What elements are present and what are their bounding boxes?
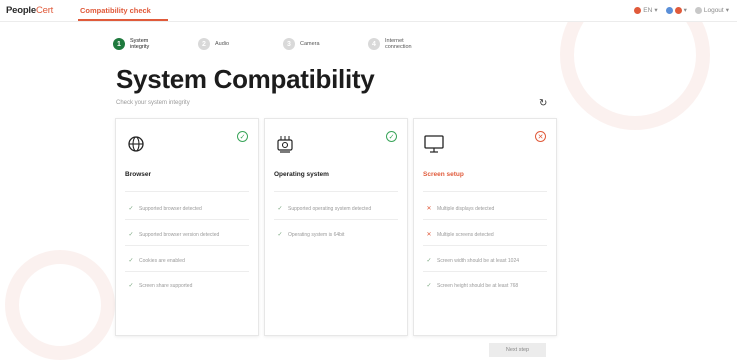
step-number-badge: 1 — [113, 38, 125, 50]
step-number-badge: 3 — [283, 38, 295, 50]
step-system-integrity[interactable]: 1 System integrity — [113, 34, 198, 54]
logout-button[interactable]: Logout ▾ — [694, 6, 729, 14]
divider — [423, 191, 547, 192]
language-selector[interactable]: EN ▾ — [634, 6, 658, 14]
help-icon — [665, 6, 673, 14]
globe-icon — [128, 136, 144, 152]
check-icon: ✓ — [128, 283, 134, 289]
divider — [125, 271, 249, 272]
watermark-circle — [5, 250, 115, 360]
logo-text-main: People — [6, 5, 36, 16]
monitor-icon — [424, 135, 444, 153]
check-icon: ✓ — [277, 232, 283, 238]
divider — [125, 245, 249, 246]
status-error-icon: ✕ — [535, 131, 546, 142]
help-button[interactable]: ▾ — [665, 6, 687, 14]
check-item-text: Screen height should be at least 768 — [437, 282, 519, 289]
divider — [274, 219, 398, 220]
check-item-text: Multiple displays detected — [437, 205, 495, 212]
check-item: ✓ Cookies are enabled — [128, 257, 250, 265]
chevron-down-icon: ▾ — [725, 7, 729, 14]
check-item-text: Supported browser detected — [139, 205, 202, 212]
active-tab-indicator — [78, 19, 168, 21]
check-item-text: Screen share supported — [139, 282, 193, 289]
language-label: EN — [643, 6, 653, 14]
top-right-menu: EN ▾ ▾ Logout ▾ — [634, 6, 729, 14]
check-icon: ✓ — [128, 232, 134, 238]
check-item: ✓ Supported operating system detected — [277, 205, 399, 213]
check-item-text: Cookies are enabled — [139, 257, 185, 264]
logout-label: Logout — [703, 6, 724, 14]
error-icon: ✕ — [426, 232, 432, 238]
check-item: ✓ Screen height should be at least 768 — [426, 282, 548, 290]
flag-icon — [634, 6, 642, 14]
step-audio[interactable]: 2 Audio — [198, 34, 283, 54]
check-item: ✕ Multiple displays detected — [426, 205, 548, 213]
check-item: ✕ Multiple screens detected — [426, 231, 548, 239]
check-item: ✓ Supported browser version detected — [128, 231, 250, 239]
page-subtitle: Check your system integrity — [116, 100, 190, 106]
card-screen-setup: ✕ Screen setup ✕ Multiple displays detect… — [413, 118, 557, 336]
check-icon: ✓ — [426, 283, 432, 289]
card-title: Operating system — [274, 171, 329, 178]
step-camera[interactable]: 3 Camera — [283, 34, 368, 54]
tab-compatibility-check[interactable]: Compatibility check — [80, 6, 151, 15]
check-item: ✓ Screen width should be at least 1024 — [426, 257, 548, 265]
card-title: Browser — [125, 171, 152, 178]
check-item: ✓ Screen share supported — [128, 282, 250, 290]
check-item-text: Supported browser version detected — [139, 231, 220, 238]
user-icon — [694, 6, 702, 14]
card-operating-system: ✓ Operating system ✓ Supported operating … — [264, 118, 408, 336]
check-item: ✓ Operating system is 64bit — [277, 231, 399, 239]
chevron-down-icon: ▾ — [683, 7, 687, 14]
app-logo[interactable]: PeopleCert — [6, 5, 53, 16]
next-step-button[interactable]: Next step — [489, 343, 546, 357]
check-icon: ✓ — [277, 206, 283, 212]
divider — [423, 245, 547, 246]
check-item: ✓ Supported browser detected — [128, 205, 250, 213]
step-number-badge: 2 — [198, 38, 210, 50]
check-item-text: Multiple screens detected — [437, 231, 494, 238]
divider — [125, 191, 249, 192]
os-icon — [277, 136, 293, 153]
check-item-text: Screen width should be at least 1024 — [437, 257, 519, 264]
page-title: System Compatibility — [116, 64, 375, 94]
notification-icon — [674, 6, 682, 14]
step-label: Internet connection — [385, 37, 412, 51]
check-icon: ✓ — [128, 258, 134, 264]
step-label: System integrity — [130, 37, 150, 51]
chevron-down-icon: ▾ — [654, 7, 658, 14]
check-item-text: Operating system is 64bit — [288, 231, 345, 238]
card-title: Screen setup — [423, 171, 464, 178]
check-icon: ✓ — [128, 206, 134, 212]
step-internet-connection[interactable]: 4 Internet connection — [368, 34, 453, 54]
error-icon: ✕ — [426, 206, 432, 212]
refresh-icon[interactable]: ↻ — [539, 98, 547, 109]
step-label: Audio — [215, 40, 230, 47]
progress-stepper: 1 System integrity 2 Audio 3 Camera 4 In… — [113, 34, 453, 54]
top-navigation-bar: PeopleCert Compatibility check EN ▾ ▾ Lo… — [0, 0, 737, 22]
status-ok-icon: ✓ — [237, 131, 248, 142]
step-label: Camera — [300, 40, 320, 47]
step-number-badge: 4 — [368, 38, 380, 50]
divider — [125, 219, 249, 220]
divider — [423, 271, 547, 272]
divider — [423, 219, 547, 220]
divider — [274, 191, 398, 192]
logo-text-accent: Cert — [35, 5, 54, 16]
check-item-text: Supported operating system detected — [288, 205, 372, 212]
status-ok-icon: ✓ — [386, 131, 397, 142]
card-browser: ✓ Browser ✓ Supported browser detected ✓ S… — [115, 118, 259, 336]
check-icon: ✓ — [426, 258, 432, 264]
